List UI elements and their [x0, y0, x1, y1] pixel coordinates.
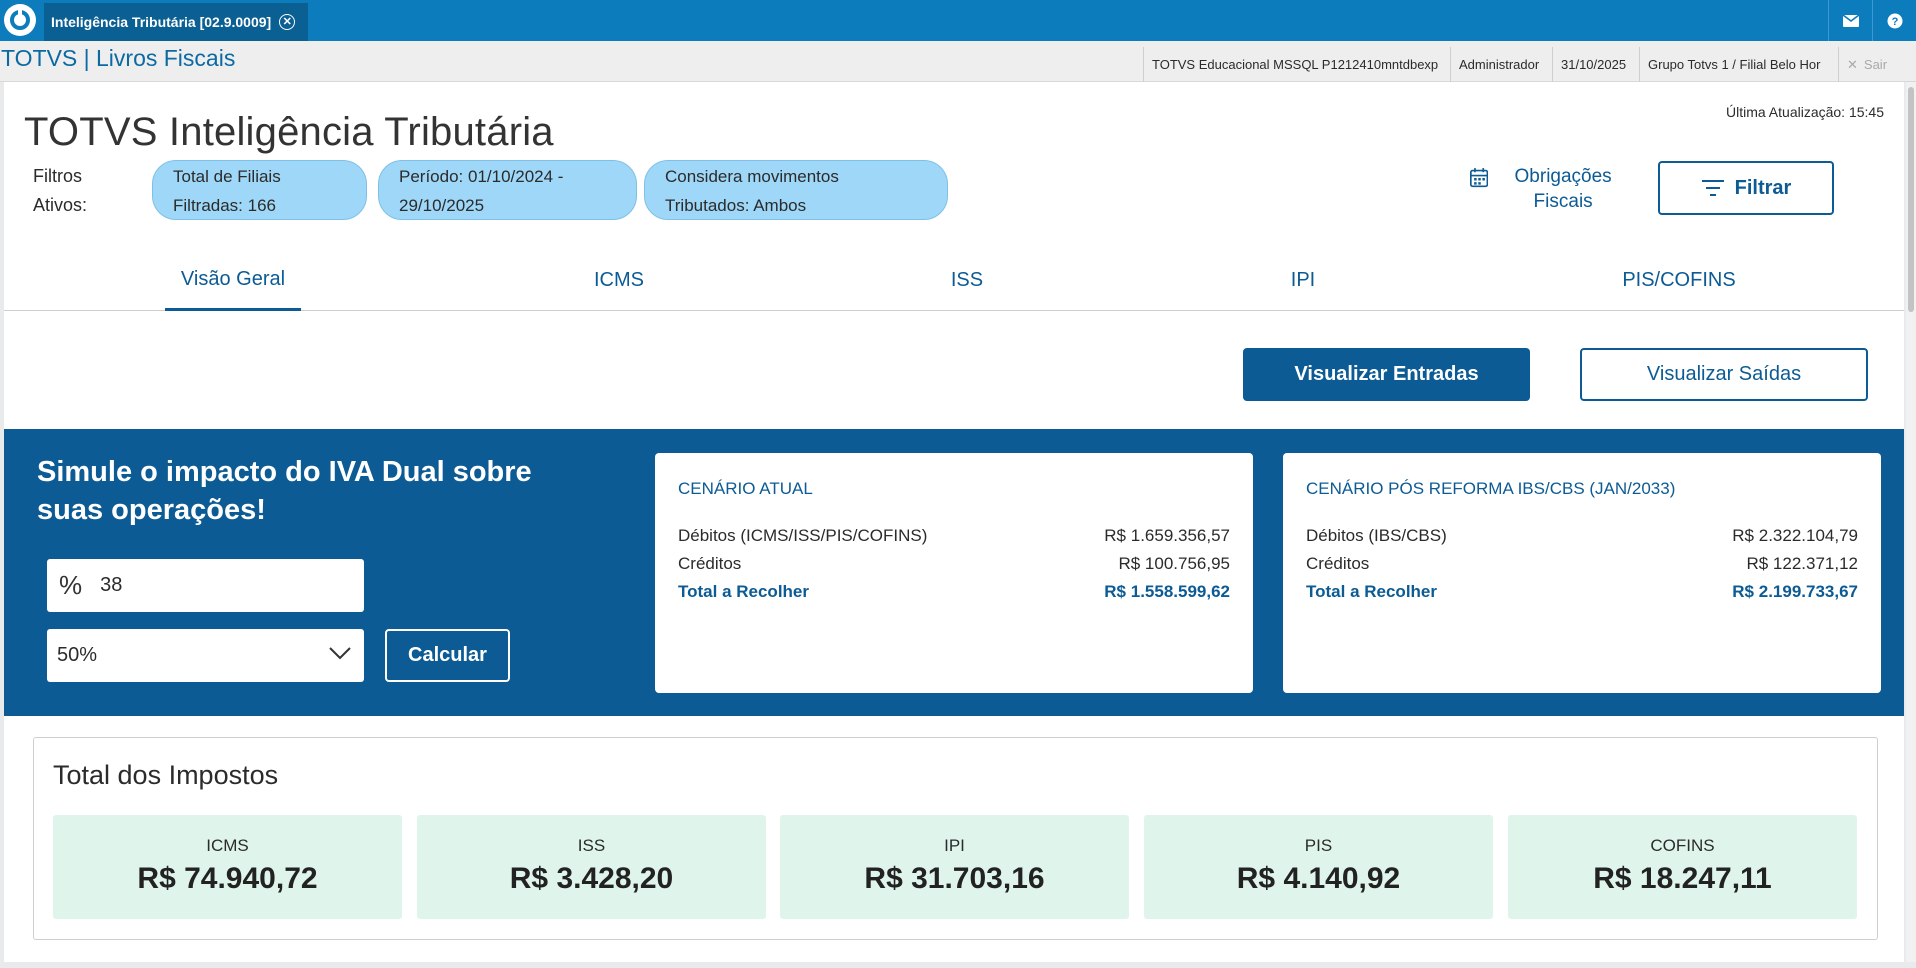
user-info[interactable]: Administrador [1450, 47, 1552, 82]
environment-info[interactable]: TOTVS Educacional MSSQL P1212410mntdbexp [1143, 47, 1450, 82]
context-bar: TOTVS | Livros Fiscais TOTVS Educacional… [0, 41, 1916, 82]
reform-total-row: Total a Recolher R$ 2.199.733,67 [1306, 578, 1858, 606]
tax-card-pis: PIS R$ 4.140,92 [1144, 815, 1493, 919]
current-total-row: Total a Recolher R$ 1.558.599,62 [678, 578, 1230, 606]
tax-card-value: R$ 18.247,11 [1593, 862, 1772, 895]
current-scenario-card: CENÁRIO ATUAL Débitos (ICMS/ISS/PIS/COFI… [655, 453, 1253, 693]
filter-label: Filtrar [1734, 176, 1792, 199]
tax-card-label: COFINS [1650, 836, 1715, 855]
vertical-scrollbar[interactable] [1906, 82, 1916, 962]
percent-icon: % [59, 570, 83, 600]
percentage-select-value: 50% [57, 644, 98, 666]
tab-icms[interactable]: ICMS [559, 250, 679, 311]
close-icon: ✕ [1847, 56, 1858, 72]
page-title: TOTVS Inteligência Tributária [24, 110, 554, 154]
filter-icon [1701, 180, 1724, 196]
active-filters-label: Filtros Ativos: [33, 166, 88, 215]
row-value: R$ 1.558.599,62 [1104, 582, 1230, 601]
calendar-icon [1470, 168, 1489, 188]
view-outputs-button[interactable]: Visualizar Saídas [1580, 348, 1868, 401]
tax-card-value: R$ 4.140,92 [1236, 862, 1401, 895]
current-scenario-title: CENÁRIO ATUAL [678, 479, 813, 498]
rate-input[interactable]: % 38 [47, 559, 364, 612]
tab-bar: Visão Geral ICMS ISS IPI PIS/COFINS [4, 250, 1904, 311]
row-value: R$ 122.371,12 [1746, 554, 1858, 573]
filter-chip-period[interactable]: Período: 01/10/2024 - 29/10/2025 [378, 160, 637, 220]
chevron-down-icon [329, 647, 351, 660]
tax-card-icms: ICMS R$ 74.940,72 [53, 815, 402, 919]
logout-label: Sair [1863, 57, 1888, 72]
tax-card-iss: ISS R$ 3.428,20 [417, 815, 766, 919]
filter-button[interactable]: Filtrar [1658, 161, 1834, 215]
calculate-button[interactable]: Calcular [385, 629, 510, 682]
reform-scenario-card: CENÁRIO PÓS REFORMA IBS/CBS (JAN/2033) D… [1283, 453, 1881, 693]
row-label: Total a Recolher [678, 582, 809, 601]
date-info[interactable]: 31/10/2025 [1552, 47, 1639, 82]
obrigacoes-label: Obrigações Fiscais [1514, 166, 1612, 212]
reform-credits-row: Créditos R$ 122.371,12 [1306, 550, 1858, 578]
current-debits-row: Débitos (ICMS/ISS/PIS/COFINS) R$ 1.659.3… [678, 522, 1230, 550]
row-value: R$ 2.199.733,67 [1732, 582, 1858, 601]
tab-iss[interactable]: ISS [907, 250, 1027, 311]
row-label: Débitos (IBS/CBS) [1306, 526, 1447, 545]
logout-button[interactable]: ✕ Sair [1838, 47, 1906, 82]
module-brand: TOTVS | Livros Fiscais [1, 45, 236, 71]
simulation-title: Simule o impacto do IVA Dual sobre suas … [37, 456, 532, 526]
percentage-select[interactable]: 50% [47, 629, 364, 682]
tax-card-label: ICMS [206, 836, 249, 855]
row-label: Créditos [1306, 554, 1370, 573]
main-panel: TOTVS Inteligência Tributária Última Atu… [4, 82, 1904, 962]
svg-text:?: ? [1891, 16, 1898, 28]
tax-card-value: R$ 3.428,20 [509, 862, 674, 895]
tab-visao-geral[interactable]: Visão Geral [165, 250, 301, 311]
tax-card-label: IPI [944, 836, 965, 855]
tax-card-value: R$ 74.940,72 [137, 862, 318, 895]
close-tab-icon[interactable]: ✕ [279, 14, 296, 30]
tax-card-label: ISS [577, 836, 606, 855]
row-value: R$ 1.659.356,57 [1104, 526, 1230, 545]
row-value: R$ 100.756,95 [1118, 554, 1230, 573]
branch-info[interactable]: Grupo Totvs 1 / Filial Belo Hor [1639, 47, 1838, 82]
tax-card-cofins: COFINS R$ 18.247,11 [1508, 815, 1857, 919]
filter-chip-branches[interactable]: Total de Filiais Filtradas: 166 [152, 160, 367, 220]
rate-input-value: 38 [100, 574, 123, 596]
mail-icon[interactable] [1828, 0, 1872, 41]
help-icon[interactable]: ? [1872, 0, 1916, 41]
row-label: Débitos (ICMS/ISS/PIS/COFINS) [678, 526, 928, 545]
row-label: Créditos [678, 554, 742, 573]
row-label: Total a Recolher [1306, 582, 1437, 601]
scrollbar-thumb[interactable] [1908, 87, 1914, 312]
row-value: R$ 2.322.104,79 [1732, 526, 1858, 545]
last-update: Última Atualização: 15:45 [1726, 104, 1884, 120]
current-credits-row: Créditos R$ 100.756,95 [678, 550, 1230, 578]
tax-card-value: R$ 31.703,16 [864, 862, 1045, 895]
reform-scenario-title: CENÁRIO PÓS REFORMA IBS/CBS (JAN/2033) [1306, 479, 1676, 498]
totvs-logo-icon[interactable] [4, 4, 36, 36]
app-top-bar: Inteligência Tributária [02.9.0009] ✕ ? [0, 0, 1916, 41]
tab-ipi[interactable]: IPI [1243, 250, 1363, 311]
tab-pis-cofins[interactable]: PIS/COFINS [1599, 250, 1759, 311]
tax-card-ipi: IPI R$ 31.703,16 [780, 815, 1129, 919]
app-tab[interactable]: Inteligência Tributária [02.9.0009] ✕ [44, 3, 308, 41]
view-entries-button[interactable]: Visualizar Entradas [1243, 348, 1530, 401]
tax-totals-section: Total dos Impostos ICMS R$ 74.940,72 ISS… [33, 737, 1878, 940]
app-tab-title: Inteligência Tributária [02.9.0009] [51, 14, 272, 30]
tax-card-label: PIS [1304, 836, 1333, 855]
tax-totals-title: Total dos Impostos [53, 760, 279, 790]
obrigacoes-fiscais-link[interactable]: Obrigações Fiscais [1470, 164, 1630, 216]
iva-simulation-section: Simule o impacto do IVA Dual sobre suas … [4, 429, 1904, 716]
filter-chip-movements[interactable]: Considera movimentos Tributados: Ambos [644, 160, 948, 220]
reform-debits-row: Débitos (IBS/CBS) R$ 2.322.104,79 [1306, 522, 1858, 550]
